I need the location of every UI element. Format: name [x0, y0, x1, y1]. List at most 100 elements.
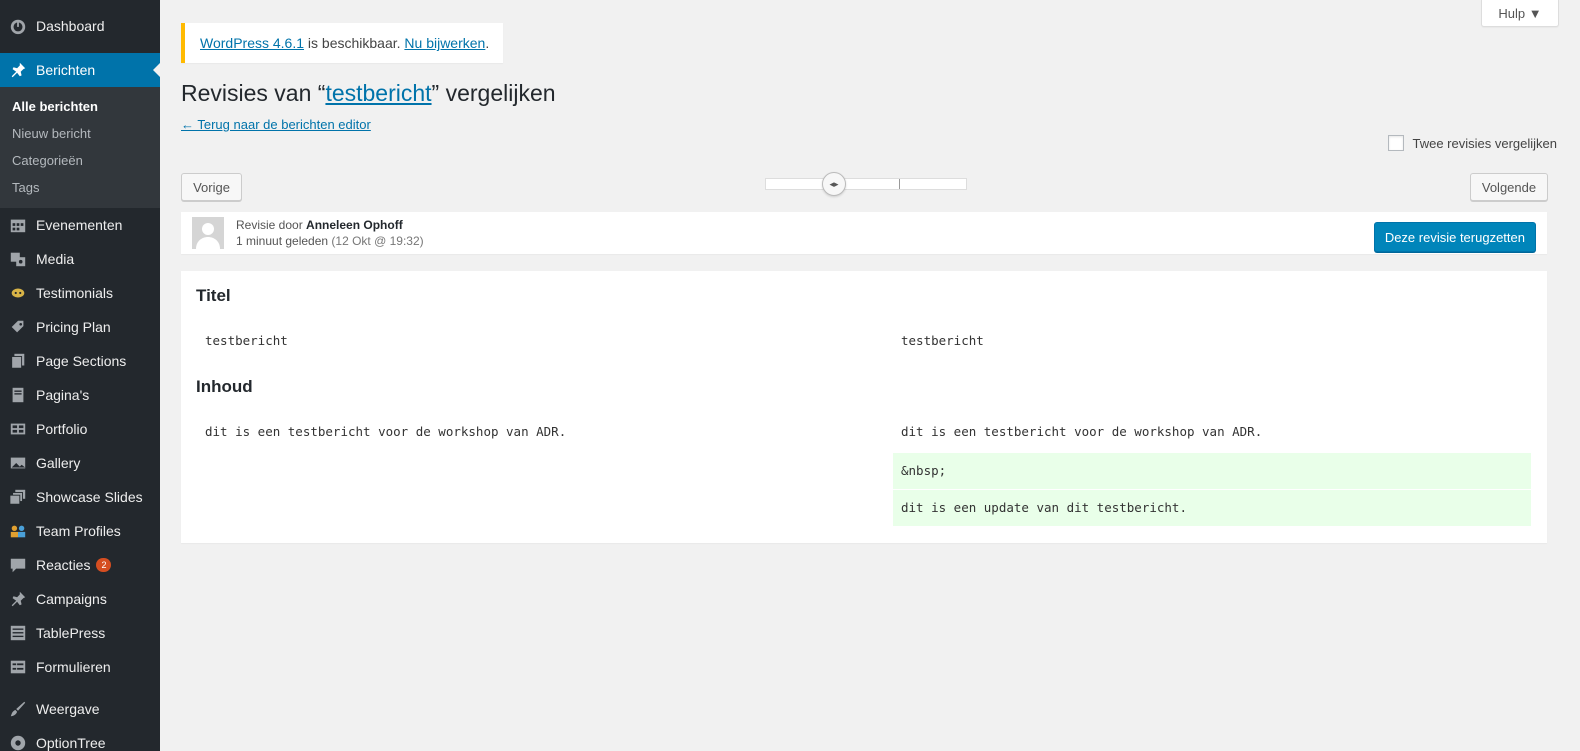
title-suffix: ” vergelijken	[431, 80, 556, 106]
admin-sidebar: Dashboard Berichten Alle berichten Nieuw…	[0, 0, 160, 751]
comment-icon	[8, 555, 28, 575]
menu-label: Gallery	[36, 455, 81, 471]
menu-media[interactable]: Media	[0, 242, 160, 276]
diff-title-right: testbericht	[901, 333, 984, 348]
revision-date: (12 Okt @ 19:32)	[328, 234, 424, 248]
menu-list-bottom: Weergave OptionTree	[0, 692, 160, 751]
revision-author: Anneleen Ophoff	[306, 218, 403, 232]
team-icon	[8, 521, 28, 541]
compare-two-toggle[interactable]: Twee revisies vergelijken	[1388, 135, 1557, 151]
revision-time: 1 minuut geleden	[236, 234, 329, 248]
pin-icon	[8, 589, 28, 609]
slider-handle[interactable]: ◂▸	[822, 172, 846, 196]
menu-pagina-s[interactable]: Pagina's	[0, 378, 160, 412]
diff-added-line: &nbsp;	[901, 463, 947, 478]
menu-label: Campaigns	[36, 591, 107, 607]
revision-author-line: Revisie door Anneleen Ophoff	[236, 217, 424, 233]
menu-berichten[interactable]: Berichten	[0, 53, 160, 87]
menu-label: TablePress	[36, 625, 106, 641]
avatar	[192, 217, 224, 249]
menu-campaigns[interactable]: Campaigns	[0, 582, 160, 616]
page-title: Revisies van “testbericht” vergelijken	[181, 80, 556, 107]
notice-text: is beschikbaar.	[304, 35, 405, 51]
menu-gallery[interactable]: Gallery	[0, 446, 160, 480]
pin-icon	[8, 60, 28, 80]
diff-added-row: &nbsp;	[893, 453, 1531, 489]
calendar-icon	[8, 215, 28, 235]
wordpress-version-link[interactable]: WordPress 4.6.1	[200, 35, 304, 51]
gallery-icon	[8, 453, 28, 473]
menu-showcase-slides[interactable]: Showcase Slides	[0, 480, 160, 514]
notice-end: .	[485, 35, 490, 51]
revision-meta: Revisie door Anneleen Ophoff 1 minuut ge…	[236, 217, 424, 249]
menu-team-profiles[interactable]: Team Profiles	[0, 514, 160, 548]
menu-label: OptionTree	[36, 735, 106, 751]
revision-time-line: 1 minuut geleden (12 Okt @ 19:32)	[236, 233, 424, 249]
menu-label: Media	[36, 251, 75, 267]
submenu-categorieen[interactable]: Categorieën	[0, 147, 160, 174]
diff-content-left: dit is een testbericht voor de workshop …	[205, 424, 567, 439]
menu-portfolio[interactable]: Portfolio	[0, 412, 160, 446]
menu-label: Dashboard	[36, 18, 105, 34]
diff-title-left: testbericht	[205, 333, 288, 348]
compare-two-label: Twee revisies vergelijken	[1412, 135, 1557, 151]
menu-list: Evenementen Media Testimonials Pricing Plan…	[0, 208, 160, 684]
diff-added-line: dit is een update van dit testbericht.	[901, 500, 1187, 515]
brush-icon	[8, 699, 28, 719]
previous-button[interactable]: Vorige	[181, 173, 242, 201]
menu-label: Weergave	[36, 701, 100, 717]
menu-label: Pagina's	[36, 387, 90, 403]
revision-slider[interactable]: ◂▸	[765, 172, 967, 196]
pages-icon	[8, 351, 28, 371]
diff-title-heading: Titel	[196, 286, 231, 305]
revision-meta-bar: Revisie door Anneleen Ophoff 1 minuut ge…	[181, 212, 1547, 254]
menu-pricing-plan[interactable]: Pricing Plan	[0, 310, 160, 344]
media-icon	[8, 249, 28, 269]
menu-label: Showcase Slides	[36, 489, 143, 505]
menu-label: Berichten	[36, 62, 96, 78]
menu-label: Page Sections	[36, 353, 127, 369]
menu-evenementen[interactable]: Evenementen	[0, 208, 160, 242]
menu-reacties[interactable]: Reacties 2	[0, 548, 160, 582]
diff-content-right: dit is een testbericht voor de workshop …	[901, 424, 1263, 439]
help-button[interactable]: Hulp ▼	[1481, 0, 1559, 27]
table-icon	[8, 623, 28, 643]
tag-icon	[8, 317, 28, 337]
menu-label: Testimonials	[36, 285, 114, 301]
menu-label: Evenementen	[36, 217, 123, 233]
slides-icon	[8, 487, 28, 507]
menu-page-sections[interactable]: Page Sections	[0, 344, 160, 378]
revision-by: Revisie door	[236, 218, 307, 232]
dashboard-icon	[8, 16, 28, 36]
diff-content-heading: Inhoud	[196, 377, 253, 396]
menu-label: Team Profiles	[36, 523, 121, 539]
revision-diff: Titel testbericht testbericht Inhoud dit…	[181, 271, 1547, 543]
next-button[interactable]: Volgende	[1470, 173, 1548, 201]
post-title-link[interactable]: testbericht	[325, 80, 431, 106]
update-notice: WordPress 4.6.1 is beschikbaar. Nu bijwe…	[181, 23, 504, 63]
menu-formulieren[interactable]: Formulieren	[0, 650, 160, 684]
update-now-link[interactable]: Nu bijwerken	[404, 35, 485, 51]
menu-tablepress[interactable]: TablePress	[0, 616, 160, 650]
menu-testimonials[interactable]: Testimonials	[0, 276, 160, 310]
menu-label: Portfolio	[36, 421, 88, 437]
slider-tick	[899, 179, 900, 189]
comment-count-badge: 2	[96, 558, 112, 572]
restore-revision-button[interactable]: Deze revisie terugzetten	[1373, 222, 1536, 252]
option-icon	[8, 733, 28, 751]
menu-label: Pricing Plan	[36, 319, 111, 335]
berichten-submenu: Alle berichten Nieuw bericht Categorieën…	[0, 87, 160, 208]
menu-optiontree[interactable]: OptionTree	[0, 726, 160, 751]
form-icon	[8, 657, 28, 677]
main-content: Hulp ▼ WordPress 4.6.1 is beschikbaar. N…	[160, 0, 1580, 751]
back-to-editor-link[interactable]: ← Terug naar de berichten editor	[181, 117, 371, 132]
submenu-alle-berichten[interactable]: Alle berichten	[0, 93, 160, 120]
title-prefix: Revisies van “	[181, 80, 326, 106]
menu-dashboard[interactable]: Dashboard	[0, 9, 160, 43]
submenu-tags[interactable]: Tags	[0, 174, 160, 201]
compare-two-checkbox[interactable]	[1388, 135, 1405, 151]
menu-weergave[interactable]: Weergave	[0, 692, 160, 726]
menu-label: Reacties	[36, 557, 91, 573]
submenu-nieuw-bericht[interactable]: Nieuw bericht	[0, 120, 160, 147]
page-icon	[8, 385, 28, 405]
